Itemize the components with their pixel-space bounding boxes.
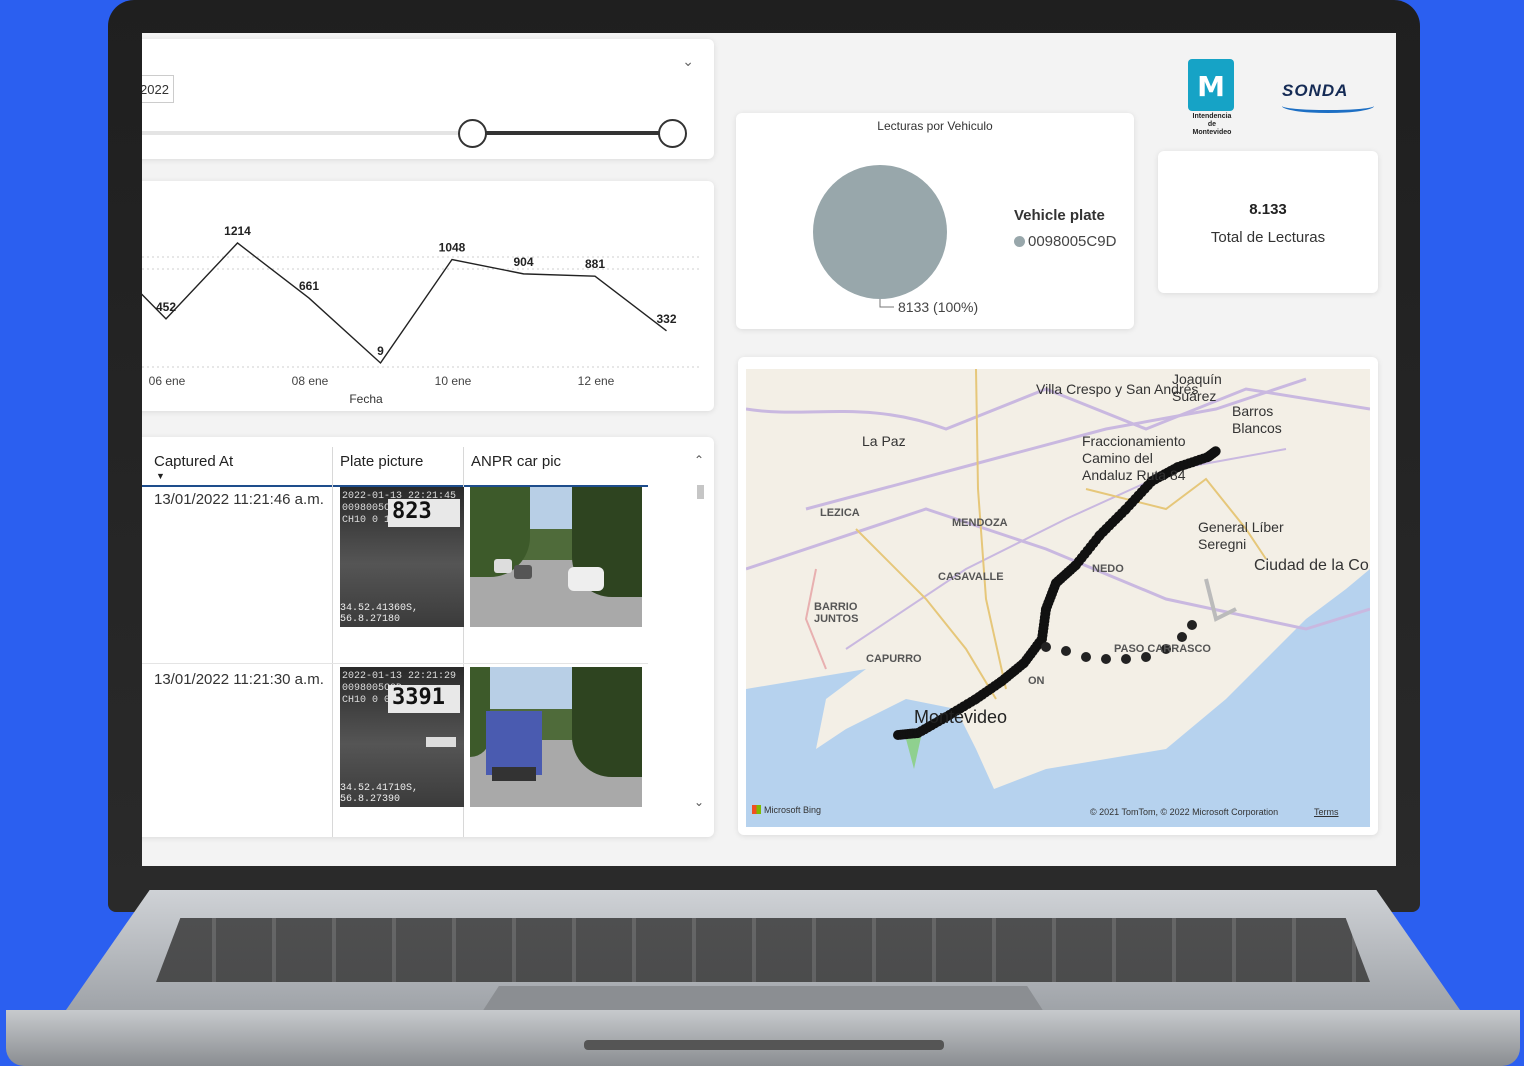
map-label: LEZICA [820,507,860,519]
sort-desc-icon[interactable]: ▼ [156,471,165,481]
scroll-down-icon[interactable]: ⌄ [694,795,704,809]
anpr-car-picture[interactable] [470,667,642,807]
data-label: 1048 [439,241,466,255]
laptop-front [6,1010,1520,1066]
pie-leader [879,299,894,308]
map-label: Joaquín Suárez [1172,371,1222,404]
pie-slice-label: 8133 (100%) [898,299,979,315]
data-label: 9 [377,344,384,358]
column-divider [332,447,333,837]
data-label: 904 [513,255,533,269]
map-label: BARRIO JUNTOS [814,601,859,625]
keyboard [156,918,1370,982]
bing-credit: Microsoft Bing [752,805,821,815]
readings-table: Captured At ▼ Plate picture ANPR car pic… [142,437,714,837]
legend-label: 0098005C9D [1028,233,1117,250]
slider-handle-end[interactable] [658,119,687,148]
date-slicer: 2022 ⌄ [142,39,714,159]
microsoft-logo-icon [752,805,761,814]
legend-title: Vehicle plate [1014,207,1105,224]
kpi-card: 8.133 Total de Lecturas [1158,151,1378,293]
line-chart-card: 452 1214 661 9 1048 904 881 332 06 ene 08 ene 10 e… [142,181,714,411]
map-label: CAPURRO [866,653,922,665]
data-label: 332 [656,312,676,326]
anpr-car-picture[interactable] [470,487,642,627]
map-label: NEDO [1092,563,1124,575]
terms-link[interactable]: Terms [1314,807,1339,817]
touchpad [482,986,1044,1012]
tick-label: 06 ene [149,374,186,388]
intendencia-logo: M Intendencia de Montevideo [1188,59,1236,136]
data-label: 881 [585,257,605,271]
tick-label: 10 ene [435,374,472,388]
data-label: 1214 [224,224,251,238]
pie-slice[interactable] [813,165,947,299]
map-canvas [746,369,1370,827]
map-label-city: Montevideo [914,707,1008,727]
plate-timestamp: 2022-01-13 22:21:29 [342,671,457,682]
dashboard-screen: 2022 ⌄ 452 1214 661 9 1048 904 881 332 06 ene 08 … [142,33,1396,866]
map-label: MENDOZA [952,517,1008,529]
map[interactable]: Villa Crespo y San Andrés Joaquín Suárez… [746,369,1370,827]
plate-coords: 34.52.41710S, 56.8.27390 [340,783,419,805]
captured-at-cell: 13/01/2022 11:21:46 a.m. [154,491,324,508]
legend-item[interactable]: 0098005C9D [1014,233,1116,250]
map-label: Fraccionamiento Camino del Andaluz Ruta … [1082,433,1186,483]
map-label: General Líber Seregni [1198,519,1284,552]
map-label: Barros Blancos [1232,403,1282,436]
map-label: ON [1028,675,1045,687]
legend-dot [1014,236,1025,247]
plate-picture[interactable]: 2022-01-13 22:21:45 0098005C9D CH10 0 13… [340,487,464,627]
map-copyright: © 2021 TomTom, © 2022 Microsoft Corporat… [1090,807,1279,817]
laptop-base [6,890,1520,1066]
plate-picture[interactable]: 2022-01-13 22:21:29 0098005C9D CH10 0 07… [340,667,464,807]
chevron-down-icon[interactable]: ⌄ [682,53,694,70]
scrollbar-thumb[interactable] [697,485,704,499]
map-label: CASAVALLE [938,571,1004,583]
map-label: La Paz [862,433,906,449]
header-captured-at[interactable]: Captured At [154,453,233,493]
slider-handle-start[interactable] [458,119,488,148]
scroll-up-icon[interactable]: ⌃ [694,453,704,467]
slider-range [472,131,672,135]
map-label: Ciudad de la Co [1254,557,1369,574]
x-axis-label: Fecha [349,392,383,406]
laptop-slot [584,1040,944,1050]
vehicle-track [893,446,1221,740]
sonda-logo: SONDA [1282,81,1376,115]
captured-at-cell: 13/01/2022 11:21:30 a.m. [154,671,324,688]
date-input[interactable]: 2022 [142,75,174,103]
data-label: 661 [299,279,319,293]
row-divider [142,663,648,664]
line-chart: 452 1214 661 9 1048 904 881 332 06 ene 08 ene 10 e… [142,224,702,406]
data-label: 452 [156,300,176,314]
plate-number: 3391 [388,685,460,713]
tick-label: 12 ene [578,374,615,388]
plate-coords: 34.52.41360S, 56.8.27180 [340,603,419,625]
tick-label: 08 ene [292,374,329,388]
kpi-value: 8.133 [1249,201,1287,218]
plate-number: 823 [388,499,460,527]
map-label: PASO CARRASCO [1114,643,1211,655]
kpi-label: Total de Lecturas [1210,229,1326,246]
pie-chart-card: Lecturas por Vehiculo Vehicle plate 0098… [736,113,1134,329]
map-card: Villa Crespo y San Andrés Joaquín Suárez… [738,357,1378,835]
